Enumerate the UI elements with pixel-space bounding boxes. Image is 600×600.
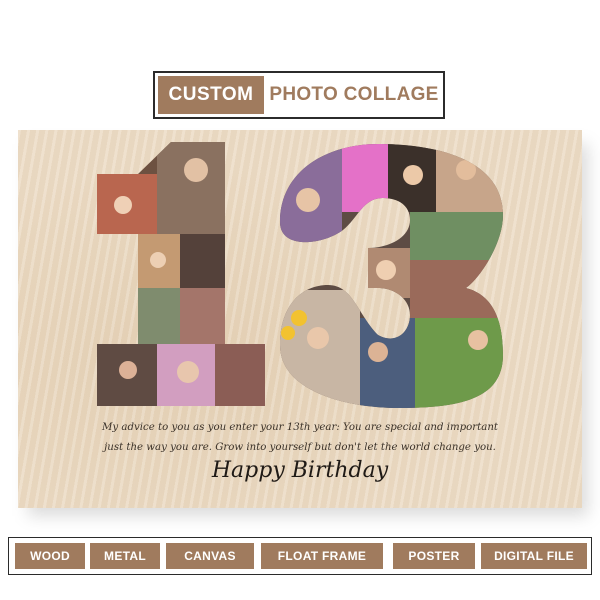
option-wood-button[interactable]: WOOD (15, 543, 85, 569)
option-float-frame-button[interactable]: FLOAT FRAME (261, 543, 383, 569)
title-secondary: PHOTO COLLAGE (269, 84, 439, 105)
digit-three-collage (280, 144, 503, 408)
material-options-bar: WOOD METAL CANVAS FLOAT FRAME POSTER DIG… (8, 537, 592, 575)
digit-one-collage (97, 142, 265, 406)
option-poster-button[interactable]: POSTER (393, 543, 475, 569)
greeting-text: Happy Birthday (211, 458, 389, 483)
option-canvas-button[interactable]: CANVAS (166, 543, 254, 569)
message-line-1: My advice to you as you enter your 13th … (102, 422, 498, 433)
option-metal-button[interactable]: METAL (90, 543, 160, 569)
message-line-2: just the way you are. Grow into yourself… (104, 442, 496, 453)
wood-board-product-image: My advice to you as you enter your 13th … (18, 130, 582, 508)
option-digital-file-button[interactable]: DIGITAL FILE (481, 543, 587, 569)
title-primary: CUSTOM (158, 76, 264, 114)
product-title-banner: CUSTOM PHOTO COLLAGE (153, 71, 445, 119)
birthday-message: My advice to you as you enter your 13th … (100, 418, 500, 458)
